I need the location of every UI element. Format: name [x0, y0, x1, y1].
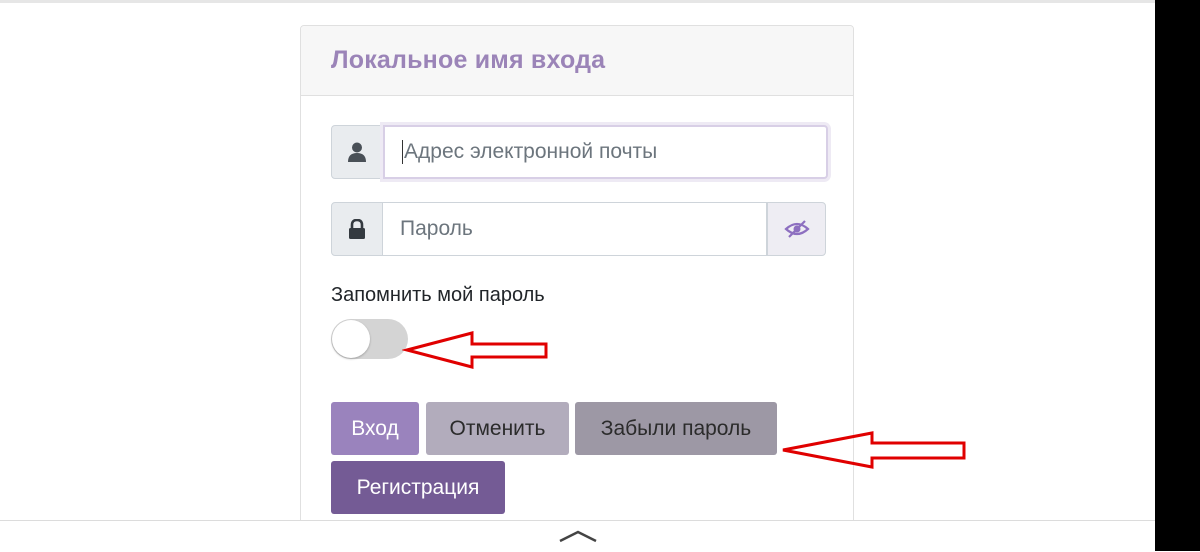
login-button[interactable]: Вход — [331, 402, 419, 455]
annotation-arrow-toggle — [402, 331, 548, 369]
email-input-group: Адрес электронной почты — [331, 125, 828, 179]
toggle-knob — [332, 320, 370, 358]
cancel-button[interactable]: Отменить — [426, 402, 569, 455]
show-password-button[interactable] — [767, 202, 826, 256]
login-card: Локальное имя входа Адрес электронной по… — [300, 25, 854, 545]
register-button[interactable]: Регистрация — [331, 461, 505, 514]
card-title: Локальное имя входа — [331, 46, 606, 74]
email-placeholder: Адрес электронной почты — [404, 140, 658, 163]
top-divider — [0, 0, 1155, 3]
password-input-group: Пароль — [331, 202, 826, 256]
forgot-password-button[interactable]: Забыли пароль — [575, 402, 777, 455]
lock-icon — [331, 202, 383, 256]
password-placeholder: Пароль — [400, 217, 473, 240]
chevron-up-icon[interactable] — [558, 529, 598, 543]
remember-label: Запомнить мой пароль — [331, 284, 545, 306]
screen-edge-bar — [1155, 0, 1200, 551]
card-header: Локальное имя входа — [301, 26, 853, 96]
text-caret — [402, 140, 403, 164]
annotation-arrow-forgot — [782, 431, 966, 469]
remember-toggle[interactable] — [331, 319, 408, 359]
email-field[interactable]: Адрес электронной почты — [383, 125, 828, 179]
eye-slash-icon — [783, 220, 810, 238]
user-icon — [331, 125, 383, 179]
password-field[interactable]: Пароль — [383, 202, 767, 256]
